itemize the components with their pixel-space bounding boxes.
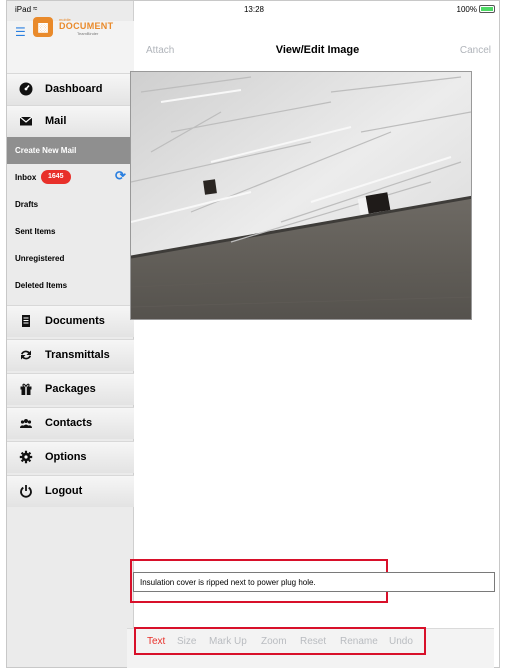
app-logo: ▩ mobile DOCUMENT TeamBinder [33, 17, 129, 39]
sidebar-item-create-new-mail[interactable]: Create New Mail [7, 137, 134, 164]
transmittal-arrows-icon [21, 350, 31, 360]
sidebar: ☰ ▩ mobile DOCUMENT TeamBinder Dashboard… [7, 1, 134, 667]
sidebar-item-transmittals[interactable]: Transmittals [7, 339, 134, 371]
cancel-button[interactable]: Cancel [460, 45, 491, 56]
sidebar-item-label: Mail [45, 115, 67, 127]
clock: 13:28 [243, 5, 265, 14]
dashboard-icon [19, 82, 33, 96]
sidebar-item-dashboard[interactable]: Dashboard [7, 73, 134, 105]
contacts-group-icon [20, 419, 32, 428]
sidebar-item-contacts[interactable]: Contacts [7, 407, 134, 439]
sidebar-item-label: Unregistered [15, 254, 65, 263]
sidebar-item-mail[interactable]: Mail [7, 105, 134, 137]
sidebar-item-label: Options [45, 451, 87, 463]
inbox-count-badge: 1645 [41, 170, 71, 184]
logo-mark-icon: ▩ [33, 17, 53, 37]
sidebar-item-documents[interactable]: Documents [7, 305, 134, 337]
envelope-icon [19, 116, 33, 126]
sidebar-item-label: Sent Items [15, 227, 56, 236]
document-icon [22, 315, 30, 327]
tool-rename[interactable]: Rename [340, 636, 378, 647]
photo-image [131, 72, 471, 319]
sidebar-item-inbox[interactable]: Inbox 1645 ⟳ [7, 164, 134, 191]
battery-fill [481, 7, 493, 11]
tool-zoom[interactable]: Zoom [261, 636, 287, 647]
sidebar-item-label: Contacts [45, 417, 93, 429]
sidebar-item-drafts[interactable]: Drafts [7, 191, 134, 218]
sidebar-item-label: Create New Mail [15, 146, 77, 155]
gift-package-icon [20, 383, 32, 395]
logo-brand: DOCUMENT [59, 21, 114, 31]
tool-size[interactable]: Size [177, 636, 196, 647]
hamburger-menu-icon[interactable]: ☰ [15, 25, 26, 39]
sidebar-item-label: Deleted Items [15, 281, 68, 290]
sidebar-item-label: Documents [45, 315, 105, 327]
sidebar-item-options[interactable]: Options [7, 441, 134, 473]
tool-mark-up[interactable]: Mark Up [209, 636, 247, 647]
sidebar-item-packages[interactable]: Packages [7, 373, 134, 405]
sidebar-item-label: Drafts [15, 200, 39, 209]
navigation-bar: Attach View/Edit Image Cancel [134, 19, 499, 69]
logo-brand-sub: TeamBinder [77, 31, 99, 36]
sidebar-item-unregistered[interactable]: Unregistered [7, 245, 134, 272]
battery-icon [479, 5, 495, 13]
battery-percent: 100% [456, 5, 477, 14]
inspection-photo[interactable] [130, 71, 472, 320]
sidebar-item-label: Transmittals [45, 349, 110, 361]
tool-reset[interactable]: Reset [300, 636, 326, 647]
caption-input[interactable]: Insulation cover is ripped next to power… [133, 572, 495, 592]
tool-text[interactable]: Text [147, 636, 165, 647]
gear-icon [19, 450, 33, 464]
sidebar-item-label: Inbox [15, 173, 37, 182]
sidebar-item-deleted-items[interactable]: Deleted Items [7, 272, 134, 299]
refresh-icon[interactable]: ⟳ [115, 168, 126, 184]
sidebar-item-label: Logout [45, 485, 83, 497]
tool-undo[interactable]: Undo [389, 636, 413, 647]
status-bar: iPad ≈ 13:28 100% [7, 1, 499, 19]
page-title: View/Edit Image [275, 44, 360, 56]
sidebar-item-label: Packages [45, 383, 96, 395]
sidebar-item-sent-items[interactable]: Sent Items [7, 218, 134, 245]
power-icon [20, 485, 32, 498]
sidebar-item-label: Dashboard [45, 83, 103, 95]
sidebar-item-logout[interactable]: Logout [7, 475, 134, 507]
